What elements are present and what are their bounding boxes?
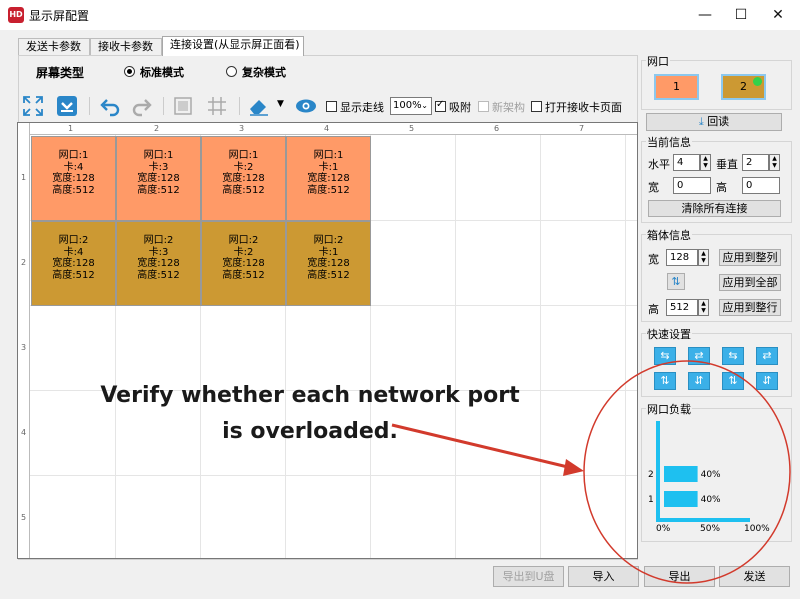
annotation-text: Verify whether each network port is over…: [100, 383, 520, 444]
tab-connection[interactable]: 连接设置(从显示屏正面看): [162, 36, 304, 56]
arrow-head-icon: [563, 459, 584, 476]
highlight-circle: [583, 360, 791, 584]
annotation-overlay: [391, 360, 791, 584]
